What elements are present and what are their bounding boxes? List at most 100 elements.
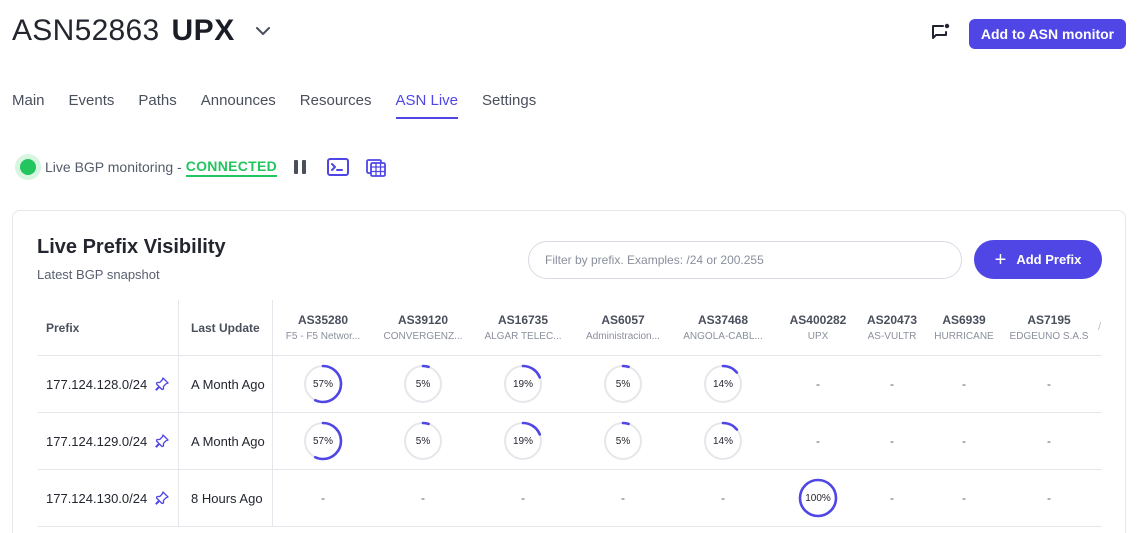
table-row[interactable]: 177.124.128.0/24 A Month Ago 57% 5% 19% 5% 14%…: [38, 356, 1102, 413]
prefix-table: Prefix Last Update AS35280 F5 - F5 Networ…: [38, 300, 1102, 527]
visibility-ring: 100%: [798, 478, 838, 518]
visibility-percent: 19%: [512, 435, 533, 447]
last-update-cell: A Month Ago: [179, 356, 273, 412]
visibility-cell: 5%: [573, 413, 673, 469]
visibility-cell: -: [863, 413, 921, 469]
add-prefix-button[interactable]: + Add Prefix: [974, 240, 1102, 279]
pin-icon[interactable]: [155, 434, 169, 448]
visibility-cell: -: [673, 470, 773, 526]
empty-value: -: [816, 377, 820, 391]
empty-value: -: [421, 491, 425, 505]
visibility-cell: -: [863, 470, 921, 526]
visibility-percent: 57%: [312, 435, 333, 447]
empty-value: -: [962, 491, 966, 505]
visibility-cell: -: [373, 470, 473, 526]
visibility-cell: -: [773, 356, 863, 412]
col-header-asn: AS37468 ANGOLA-CABL...: [673, 300, 773, 355]
tab-asn-live[interactable]: ASN Live: [395, 92, 458, 119]
asn-number: AS6939: [942, 313, 986, 327]
tab-paths[interactable]: Paths: [138, 92, 176, 119]
visibility-cell: 100%: [773, 470, 863, 526]
prefix-filter-input[interactable]: [528, 241, 962, 279]
visibility-ring: 5%: [603, 364, 643, 404]
live-label: Live BGP monitoring -: [45, 159, 182, 175]
asn-number: AS6057: [601, 313, 645, 327]
visibility-cell: 57%: [273, 356, 373, 412]
prefix-visibility-card: Live Prefix Visibility Latest BGP snapsh…: [12, 210, 1126, 533]
visibility-cell: -: [1007, 356, 1091, 412]
visibility-cell: -: [273, 470, 373, 526]
tab-resources[interactable]: Resources: [300, 92, 372, 119]
visibility-percent: 5%: [615, 435, 631, 447]
asn-name: ANGOLA-CABL...: [683, 331, 763, 342]
visibility-cell: 19%: [473, 356, 573, 412]
pin-icon[interactable]: [155, 377, 169, 391]
asn-number: AS400282: [789, 313, 847, 327]
feedback-icon[interactable]: [929, 22, 951, 44]
visibility-cell: 5%: [373, 356, 473, 412]
col-header-prefix: Prefix: [38, 300, 179, 355]
empty-value: -: [1047, 434, 1051, 448]
tab-main[interactable]: Main: [12, 92, 45, 119]
col-header-asn: AS20473 AS-VULTR: [863, 300, 921, 355]
empty-value: -: [816, 434, 820, 448]
col-header-asn: AS35280 F5 - F5 Networ...: [273, 300, 373, 355]
asn-number: AS7195: [1027, 313, 1071, 327]
visibility-percent: 100%: [805, 492, 831, 504]
table-icon[interactable]: [365, 156, 387, 178]
table-row[interactable]: 177.124.129.0/24 A Month Ago 57% 5% 19% 5% 14%…: [38, 413, 1102, 470]
prefix-text: 177.124.128.0/24: [46, 376, 148, 392]
connection-status: CONNECTED: [185, 158, 278, 177]
asn-name: CONVERGENZ...: [383, 331, 463, 342]
prefix-cell: 177.124.130.0/24: [38, 470, 179, 526]
tab-events[interactable]: Events: [69, 92, 115, 119]
col-header-asn: AS6939 HURRICANE: [921, 300, 1007, 355]
asn-number: AS35280: [297, 313, 349, 327]
table-row[interactable]: 177.124.130.0/24 8 Hours Ago - - - - - 100% - - -: [38, 470, 1102, 527]
visibility-cell: -: [1007, 413, 1091, 469]
asn-name: UPX: [807, 331, 829, 342]
chevron-down-icon[interactable]: [255, 23, 271, 39]
asn-number: ASN52863: [12, 14, 160, 47]
visibility-cell: -: [921, 470, 1007, 526]
visibility-percent: 14%: [712, 435, 733, 447]
tab-announces[interactable]: Announces: [201, 92, 276, 119]
asn-number: AS20473: [866, 313, 918, 327]
visibility-cell: 19%: [473, 413, 573, 469]
visibility-ring: 19%: [503, 421, 543, 461]
visibility-cell: -: [573, 470, 673, 526]
asn-name: Administracion...: [586, 331, 660, 342]
pause-icon[interactable]: [289, 156, 311, 178]
col-header-asn: AS39120 CONVERGENZ...: [373, 300, 473, 355]
visibility-percent: 5%: [415, 378, 431, 390]
card-subtitle: Latest BGP snapshot: [37, 267, 160, 282]
tab-bar: Main Events Paths Announces Resources AS…: [12, 92, 560, 119]
column-overflow-indicator: /: [1098, 321, 1102, 333]
empty-value: -: [721, 491, 725, 505]
asn-name: EDGEUNO S.A.S: [1009, 331, 1089, 342]
empty-value: -: [1047, 491, 1051, 505]
card-title: Live Prefix Visibility: [37, 236, 226, 258]
terminal-icon[interactable]: [327, 156, 350, 178]
prefix-cell: 177.124.129.0/24: [38, 413, 179, 469]
visibility-percent: 5%: [415, 435, 431, 447]
visibility-ring: 57%: [303, 364, 343, 404]
add-to-asn-monitor-button[interactable]: Add to ASN monitor: [969, 19, 1126, 49]
visibility-cell: -: [921, 356, 1007, 412]
table-header: Prefix Last Update AS35280 F5 - F5 Networ…: [38, 300, 1102, 356]
asn-number: AS16735: [497, 313, 549, 327]
visibility-cell: 5%: [373, 413, 473, 469]
empty-value: -: [962, 434, 966, 448]
col-header-asn: AS7195 EDGEUNO S.A.S: [1007, 300, 1091, 355]
visibility-cell: -: [863, 356, 921, 412]
add-prefix-label: Add Prefix: [1016, 252, 1082, 267]
empty-value: -: [890, 491, 894, 505]
tab-settings[interactable]: Settings: [482, 92, 536, 119]
status-dot: [20, 159, 36, 175]
visibility-cell: -: [1007, 470, 1091, 526]
pin-icon[interactable]: [155, 491, 169, 505]
visibility-percent: 57%: [312, 378, 333, 390]
visibility-cell: -: [921, 413, 1007, 469]
visibility-ring: 5%: [403, 421, 443, 461]
col-header-asn: AS6057 Administracion...: [573, 300, 673, 355]
